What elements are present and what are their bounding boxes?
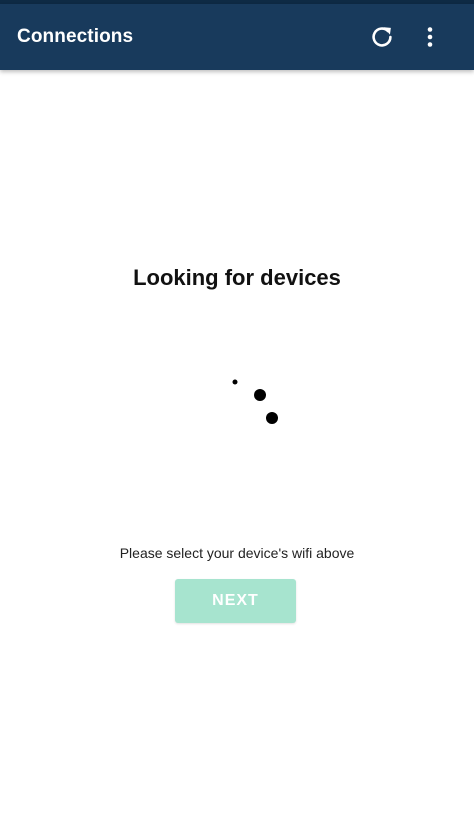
- connections-screen: Connections Looking for devices Please s…: [0, 0, 474, 821]
- app-bar: Connections: [0, 4, 474, 70]
- loading-dots-icon: [232, 379, 278, 424]
- more-options-button[interactable]: [412, 19, 448, 55]
- page-heading: Looking for devices: [133, 265, 341, 290]
- refresh-icon: [372, 27, 392, 47]
- next-button[interactable]: NEXT: [175, 579, 296, 623]
- more-vertical-icon: [427, 27, 433, 47]
- app-title: Connections: [17, 26, 134, 47]
- refresh-button[interactable]: [364, 19, 400, 55]
- wifi-hint-text: Please select your device's wifi above: [119, 545, 355, 561]
